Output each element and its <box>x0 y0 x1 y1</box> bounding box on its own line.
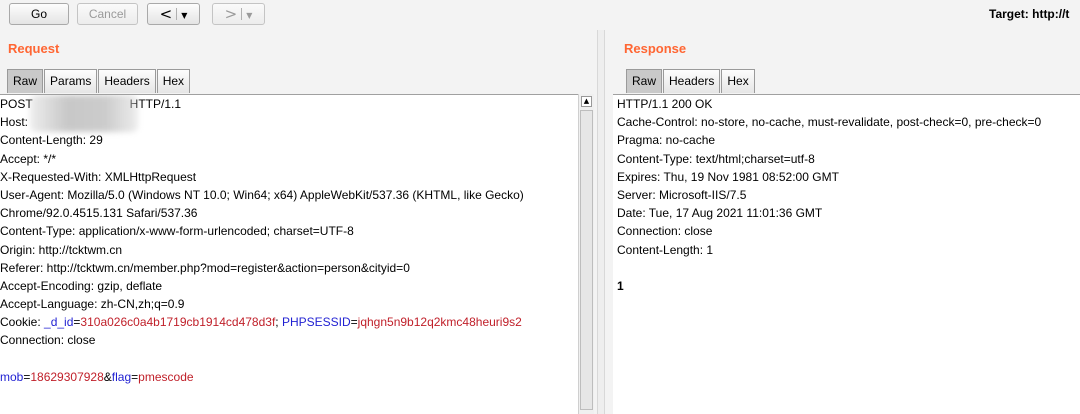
response-tabs: Raw Headers Hex <box>626 69 756 93</box>
response-line: Content-Length: 1 <box>617 242 714 257</box>
body-param-value: pmescode <box>138 369 194 384</box>
request-lines: POST HTTP/1.1 Host: Content-Length: 29 Ac… <box>0 95 524 386</box>
body-line: mob=18629307928&flag=pmescode <box>0 368 524 386</box>
body-param-key: mob <box>0 369 24 384</box>
cookie-label: Cookie: <box>0 315 45 330</box>
go-button[interactable]: Go <box>9 3 69 25</box>
response-tab-headers[interactable]: Headers <box>663 69 721 93</box>
response-tab-hex[interactable]: Hex <box>721 69 755 93</box>
request-tabs: Raw Params Headers Hex <box>7 69 191 93</box>
request-line: Chrome/92.0.4515.131 Safari/537.36 <box>0 206 198 221</box>
response-line: Server: Microsoft-IIS/7.5 <box>617 187 747 202</box>
response-body: 1 <box>617 278 624 293</box>
response-line: Pragma: no-cache <box>617 133 716 148</box>
request-line: Content-Type: application/x-www-form-url… <box>0 224 354 239</box>
request-tab-raw[interactable]: Raw <box>7 69 44 93</box>
response-lines: HTTP/1.1 200 OK Cache-Control: no-store,… <box>613 95 1041 295</box>
request-line: Accept-Encoding: gzip, deflate <box>0 278 163 293</box>
response-line: Cache-Control: no-store, no-cache, must-… <box>617 115 1042 130</box>
button-separator <box>241 8 243 20</box>
response-tab-raw[interactable]: Raw <box>626 69 663 93</box>
request-line: X-Requested-With: XMLHttpRequest <box>0 169 197 184</box>
response-pane: Response Raw Headers Hex HTTP/1.1 200 OK… <box>605 30 1080 414</box>
request-line: User-Agent: Mozilla/5.0 (Windows NT 10.0… <box>0 187 524 202</box>
forward-arrow-icon: > <box>224 5 238 23</box>
request-line: Connection: close <box>0 333 96 348</box>
response-title: Response <box>624 41 687 56</box>
body-amp: & <box>103 369 112 384</box>
request-tab-hex[interactable]: Hex <box>156 69 191 93</box>
cancel-button[interactable]: Cancel <box>77 3 138 25</box>
request-line: Origin: http://tcktwm.cn <box>0 242 123 257</box>
forward-button[interactable]: > ▼ <box>212 3 265 25</box>
request-scrollbar[interactable]: ▲ <box>578 94 594 414</box>
response-line: Date: Tue, 17 Aug 2021 11:01:36 GMT <box>617 206 823 221</box>
request-pane: Request Raw Params Headers Hex POST HTTP/… <box>0 30 597 414</box>
cookie-key: PHPSESSID <box>281 315 351 330</box>
response-line: Content-Type: text/html;charset=utf-8 <box>617 151 815 166</box>
redaction-blur <box>30 95 138 132</box>
scroll-thumb[interactable] <box>580 110 593 410</box>
forward-dropdown-icon[interactable]: ▼ <box>246 11 252 20</box>
response-line: Connection: close <box>617 224 713 239</box>
request-line: Accept-Language: zh-CN,zh;q=0.9 <box>0 297 185 312</box>
cookie-value: 310a026c0a4b1719cb1914cd478d3f <box>80 315 276 330</box>
request-line: Content-Length: 29 <box>0 133 103 148</box>
pane-divider[interactable] <box>597 30 605 414</box>
request-line: Accept: */* <box>0 151 57 166</box>
cookie-eq: = <box>350 315 358 330</box>
request-tab-params[interactable]: Params <box>44 69 98 93</box>
request-tab-headers[interactable]: Headers <box>98 69 156 93</box>
request-title: Request <box>8 41 60 56</box>
response-editor[interactable]: HTTP/1.1 200 OK Cache-Control: no-store,… <box>613 94 1080 414</box>
request-method: POST <box>0 97 33 111</box>
back-arrow-icon: < <box>159 5 173 23</box>
cookie-value: jqhgn5n9b12q2kmc48heuri9s2 <box>357 315 522 330</box>
button-separator <box>176 8 178 20</box>
cookie-key: _d_id <box>44 315 74 330</box>
cookie-line: Cookie: _d_id = 310a026c0a4b1719cb1914cd47… <box>0 313 524 331</box>
back-dropdown-icon[interactable]: ▼ <box>181 11 187 20</box>
response-line: Expires: Thu, 19 Nov 1981 08:52:00 GMT <box>617 169 839 184</box>
body-param-key: flag <box>111 369 132 384</box>
response-line: HTTP/1.1 200 OK <box>617 97 713 111</box>
body-param-value: 18629307928 <box>30 369 104 384</box>
request-line: Referer: http://tcktwm.cn/member.php?mod… <box>0 260 410 275</box>
target-label[interactable]: Target: http://t <box>989 7 1069 21</box>
cookie-sep: ; <box>275 315 282 330</box>
toolbar: Go Cancel < ▼ > ▼ Target: http://t <box>0 0 1080 30</box>
scroll-up-icon[interactable]: ▲ <box>581 96 592 107</box>
back-button[interactable]: < ▼ <box>147 3 200 25</box>
request-editor[interactable]: POST HTTP/1.1 Host: Content-Length: 29 Ac… <box>0 94 578 414</box>
